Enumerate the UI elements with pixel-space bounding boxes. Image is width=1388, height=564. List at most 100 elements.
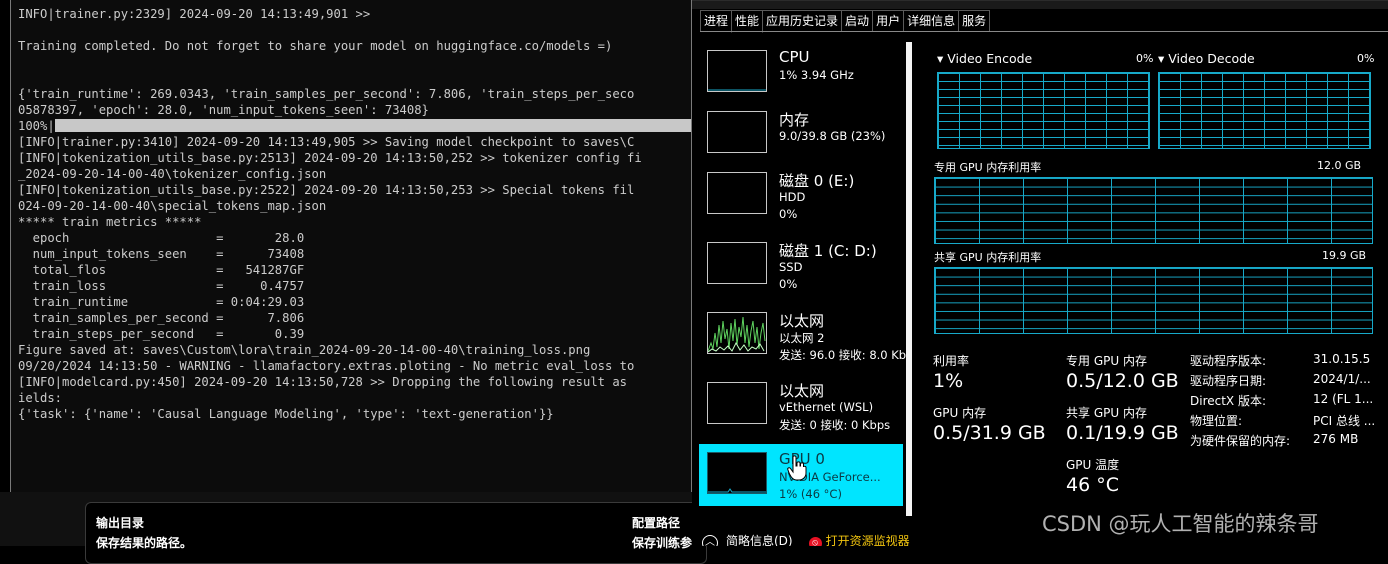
title-bar-remnant (692, 0, 1388, 9)
terminal-line: 024-09-20-14-00-40\special_tokens_map.js… (18, 199, 327, 213)
video-decode-label: Video Decode (1168, 51, 1255, 66)
output-dir-title: 输出目录 (96, 516, 145, 530)
tab-processes[interactable]: 进程 (700, 10, 733, 32)
terminal-line: [INFO|modelcard.py:450] 2024-09-20 14:13… (18, 375, 628, 389)
device-ethernet-wsl[interactable]: 以太网 vEthernet (WSL) 发送: 0 接收: 0 Kbps (699, 374, 903, 436)
gpu-sparkline (708, 488, 766, 493)
terminal-line: 05878397, 'epoch': 28.0, 'num_input_toke… (18, 103, 429, 117)
resource-monitor-icon: ⦸ (808, 537, 822, 546)
terminal-line: num_input_tokens_seen = 73408 (18, 247, 305, 261)
dropdown-arrow-icon: ▾ (937, 51, 944, 66)
wsl-thumbnail-graph (707, 382, 767, 424)
device-ethernet-2[interactable]: 以太网 以太网 2 发送: 96.0 接收: 8.0 Kb (699, 304, 906, 366)
device-disk-1[interactable]: 磁盘 1 (C: D:) SSD 0% (699, 234, 903, 296)
gpu-temp-value: 46 °C (1066, 474, 1119, 496)
device-detail: 1% 3.94 GHz (779, 68, 854, 82)
gpu-thumbnail-graph (707, 452, 767, 494)
terminal-line: 09/20/2024 14:13:50 - WARNING - llamafac… (18, 359, 635, 373)
memory-thumbnail-graph (707, 111, 767, 153)
device-throughput: 发送: 0 接收: 0 Kbps (779, 418, 891, 432)
dropdown-arrow-icon: ▾ (1158, 51, 1165, 66)
brief-info-link[interactable]: 简略信息(D) (726, 534, 793, 546)
tab-performance[interactable]: 性能 (731, 10, 764, 33)
tab-services[interactable]: 服务 (958, 10, 991, 32)
video-decode-header[interactable]: ▾ Video Decode (1158, 51, 1255, 66)
device-disk-0[interactable]: 磁盘 0 (E:) HDD 0% (699, 164, 903, 226)
dedicated-memory-value: 0.5/12.0 GB (1066, 370, 1179, 392)
driver-date-value: 2024/1/... (1313, 372, 1371, 386)
terminal-line: INFO|trainer.py:2329] 2024-09-20 14:13:4… (18, 7, 371, 21)
gpu-memory-value: 0.5/31.9 GB (933, 422, 1046, 444)
terminal-line: train_runtime = 0:04:29.03 (18, 295, 305, 309)
device-detail: HDD (779, 190, 806, 204)
tab-bar: 进程 性能 应用历史记录 启动 用户 详细信息 服务 (700, 10, 991, 33)
physical-location-label: 物理位置: (1190, 414, 1243, 428)
tab-details[interactable]: 详细信息 (903, 10, 960, 32)
device-usage: 1% (46 °C) (779, 487, 842, 501)
video-encode-label: Video Encode (947, 51, 1033, 66)
video-decode-graph (1158, 72, 1371, 149)
device-detail: vEthernet (WSL) (779, 400, 874, 414)
driver-version-label: 驱动程序版本: (1190, 354, 1267, 368)
terminal-line: train_steps_per_second = 0.39 (18, 327, 305, 341)
device-memory[interactable]: 内存 9.0/39.8 GB (23%) (699, 103, 903, 165)
utilization-value: 1% (933, 370, 964, 392)
dedicated-memory-label: 专用 GPU 内存 (1066, 354, 1147, 368)
terminal-line: [INFO|tokenization_utils_base.py:2513] 2… (18, 151, 642, 165)
shared-memory-label: 共享 GPU 内存 (1066, 406, 1147, 420)
terminal-line: [INFO|tokenization_utils_base.py:2522] 2… (18, 183, 635, 197)
terminal-line: Training completed. Do not forget to sha… (18, 39, 613, 53)
dedicated-mem-label: 专用 GPU 内存利用率 (934, 161, 1042, 174)
ethernet-thumbnail-graph (707, 312, 767, 354)
tab-app-history[interactable]: 应用历史记录 (762, 10, 843, 32)
terminal-line: train_samples_per_second = 7.806 (18, 311, 305, 325)
chevron-up-icon[interactable]: ︿ (702, 535, 718, 546)
progress-bar (54, 119, 691, 132)
gpu-temp-label: GPU 温度 (1066, 458, 1120, 472)
disk1-thumbnail-graph (707, 242, 767, 284)
disk0-thumbnail-graph (707, 172, 767, 214)
device-name: 以太网 (779, 312, 825, 330)
utilization-label: 利用率 (933, 354, 970, 368)
video-encode-graph (937, 72, 1150, 149)
open-resource-monitor-link[interactable]: 打开资源监视器 (826, 534, 910, 546)
video-decode-value: 0% (1357, 52, 1375, 65)
directx-version-value: 12 (FL 1... (1313, 392, 1374, 406)
device-list-scrollbar[interactable] (906, 42, 912, 516)
device-name: CPU (779, 48, 810, 66)
device-name: 磁盘 1 (C: D:) (779, 242, 877, 260)
progress-line: 100%| (18, 118, 691, 134)
tab-startup[interactable]: 启动 (841, 10, 874, 32)
tab-users[interactable]: 用户 (872, 10, 905, 32)
progress-label: 100%| (18, 119, 55, 133)
terminal-line: train_loss = 0.4757 (18, 279, 305, 293)
dedicated-mem-max: 12.0 GB (1317, 159, 1362, 172)
shared-memory-value: 0.1/19.9 GB (1066, 422, 1179, 444)
output-settings-card: 输出目录 保存结果的路径。 配置路径 保存训练参 (85, 502, 707, 564)
terminal-output: INFO|trainer.py:2329] 2024-09-20 14:13:4… (18, 6, 691, 422)
hand-cursor-icon (787, 455, 807, 481)
ethernet-sparkline (708, 316, 766, 353)
video-encode-header[interactable]: ▾ Video Encode (937, 51, 1032, 66)
device-name: 以太网 (779, 382, 825, 400)
footer-bar: ︿ 简略信息(D) ⦸ 打开资源监视器 (702, 532, 932, 546)
config-path-desc: 保存训练参 (632, 536, 693, 550)
cpu-thumbnail-graph (707, 50, 767, 92)
watermark: CSDN @玩人工智能的辣条哥 (1042, 512, 1319, 536)
gpu-memory-label: GPU 内存 (933, 406, 987, 420)
cpu-sparkline (708, 89, 766, 91)
terminal-line: [INFO|trainer.py:3410] 2024-09-20 14:13:… (18, 135, 635, 149)
physical-location-value: PCI 总线 ... (1313, 414, 1376, 428)
shared-mem-graph (934, 267, 1373, 334)
terminal-window[interactable]: INFO|trainer.py:2329] 2024-09-20 14:13:4… (10, 0, 692, 493)
driver-date-label: 驱动程序日期: (1190, 374, 1267, 388)
device-name: 磁盘 0 (E:) (779, 172, 855, 190)
device-cpu[interactable]: CPU 1% 3.94 GHz (699, 42, 903, 104)
terminal-line: ***** train metrics ***** (18, 215, 202, 229)
reserved-memory-value: 276 MB (1313, 432, 1359, 446)
terminal-line: Figure saved at: saves\Custom\lora\train… (18, 343, 591, 357)
device-name: 内存 (779, 111, 810, 129)
